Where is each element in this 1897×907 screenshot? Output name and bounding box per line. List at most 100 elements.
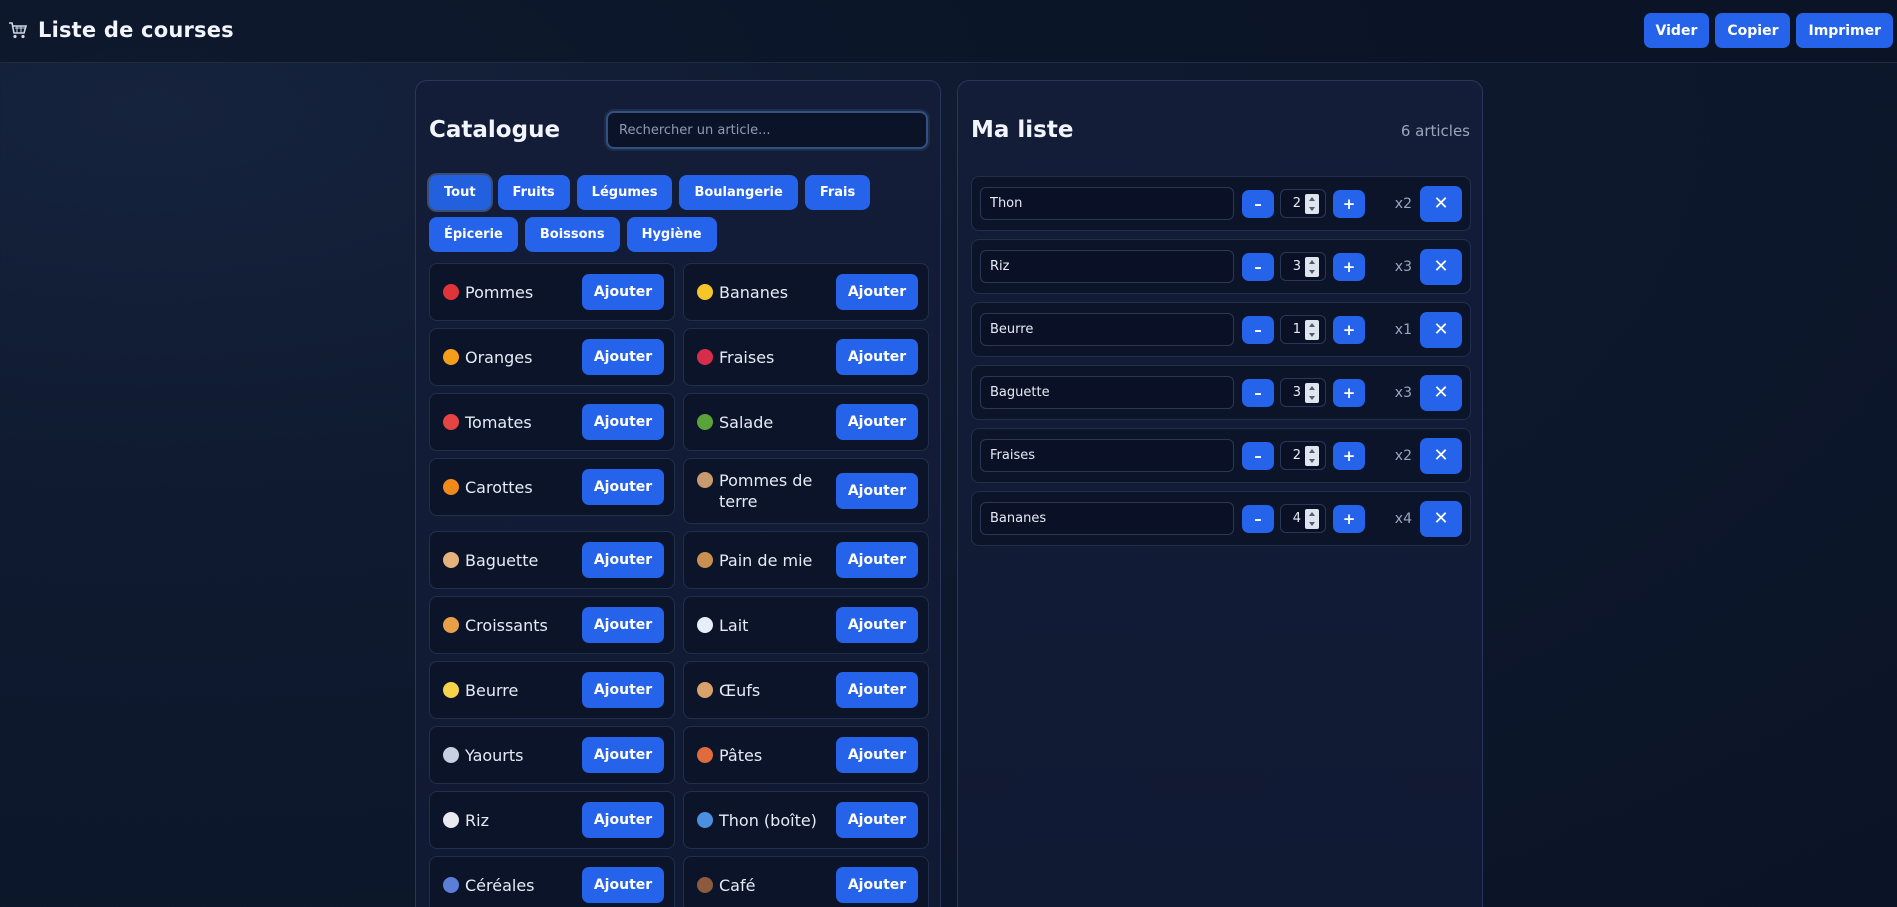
item-name-field[interactable]: [980, 502, 1234, 535]
add-button[interactable]: Ajouter: [582, 274, 664, 310]
catalogue-item-oeufs: Œufs Ajouter: [683, 661, 929, 719]
add-button[interactable]: Ajouter: [836, 672, 918, 708]
add-button[interactable]: Ajouter: [582, 737, 664, 773]
catalogue-item-name: Fraises: [719, 347, 775, 367]
add-button[interactable]: Ajouter: [582, 339, 664, 375]
catalogue-item-lait: Lait Ajouter: [683, 596, 929, 654]
decrease-button[interactable]: –: [1242, 252, 1274, 281]
item-name-field[interactable]: [980, 313, 1234, 346]
catalogue-item-label: Thon (boîte): [697, 810, 817, 831]
filter-chip-tout[interactable]: Tout: [429, 175, 491, 210]
increase-button[interactable]: +: [1333, 504, 1365, 533]
decrease-button[interactable]: –: [1242, 189, 1274, 218]
remove-item-button[interactable]: ✕: [1420, 437, 1462, 474]
quantity-stepper[interactable]: 2: [1280, 441, 1326, 470]
quantity-stepper[interactable]: 2: [1280, 189, 1326, 218]
quantity-stepper[interactable]: 3: [1280, 378, 1326, 407]
add-button[interactable]: Ajouter: [836, 542, 918, 578]
spinner-arrows-icon[interactable]: [1305, 445, 1319, 466]
add-button[interactable]: Ajouter: [836, 339, 918, 375]
catalogue-item-name: Tomates: [465, 412, 532, 432]
catalogue-item-label: Salade: [697, 412, 773, 433]
quantity-multiplier: x2: [1394, 195, 1412, 212]
remove-item-button[interactable]: ✕: [1420, 185, 1462, 222]
pasta-icon: [697, 746, 713, 763]
add-button[interactable]: Ajouter: [836, 802, 918, 838]
increase-button[interactable]: +: [1333, 378, 1365, 407]
decrease-button[interactable]: –: [1242, 441, 1274, 470]
decrease-button[interactable]: –: [1242, 504, 1274, 533]
catalogue-item-yaourts: Yaourts Ajouter: [429, 726, 675, 784]
catalogue-item-name: Pommes de terre: [719, 471, 813, 511]
increase-button[interactable]: +: [1333, 189, 1365, 218]
remove-item-button[interactable]: ✕: [1420, 311, 1462, 348]
add-button[interactable]: Ajouter: [582, 607, 664, 643]
item-name-field[interactable]: [980, 376, 1234, 409]
category-filters: Tout Fruits Légumes Boulangerie Frais Épiceri…: [429, 175, 929, 252]
add-button[interactable]: Ajouter: [836, 404, 918, 440]
catalogue-item-name: Carottes: [465, 477, 533, 497]
remove-item-button[interactable]: ✕: [1420, 500, 1462, 537]
add-button[interactable]: Ajouter: [582, 469, 664, 505]
add-button[interactable]: Ajouter: [582, 542, 664, 578]
add-button[interactable]: Ajouter: [836, 867, 918, 903]
copy-button[interactable]: Copier: [1715, 13, 1791, 48]
add-button[interactable]: Ajouter: [836, 607, 918, 643]
catalogue-item-label: Riz: [443, 810, 489, 831]
spinner-arrows-icon[interactable]: [1305, 508, 1319, 529]
quantity-multiplier: x1: [1394, 321, 1412, 338]
item-name-field[interactable]: [980, 187, 1234, 220]
print-button[interactable]: Imprimer: [1796, 13, 1893, 48]
rice-icon: [443, 811, 459, 828]
filter-chip-hygiene[interactable]: Hygiène: [626, 217, 717, 252]
remove-item-button[interactable]: ✕: [1420, 248, 1462, 285]
add-button[interactable]: Ajouter: [582, 404, 664, 440]
catalogue-item-label: Café: [697, 875, 755, 896]
catalogue-title: Catalogue: [429, 117, 561, 143]
catalogue-item-name: Oranges: [465, 347, 533, 367]
quantity-stepper[interactable]: 4: [1280, 504, 1326, 533]
add-button[interactable]: Ajouter: [836, 473, 918, 509]
filter-chip-fruits[interactable]: Fruits: [497, 175, 570, 210]
quantity-stepper[interactable]: 3: [1280, 252, 1326, 281]
catalogue-item-name: Riz: [465, 810, 489, 830]
catalogue-item-name: Pâtes: [719, 745, 763, 765]
add-button[interactable]: Ajouter: [836, 274, 918, 310]
catalogue-item-beurre: Beurre Ajouter: [429, 661, 675, 719]
catalogue-panel: Catalogue ToutFruitsLégumesBoulangerieFr…: [415, 80, 941, 907]
filter-chip-legumes[interactable]: Légumes: [576, 175, 673, 210]
add-button[interactable]: Ajouter: [582, 802, 664, 838]
spinner-arrows-icon[interactable]: [1305, 382, 1319, 403]
item-name-field[interactable]: [980, 439, 1234, 472]
item-name-field[interactable]: [980, 250, 1234, 283]
spinner-arrows-icon[interactable]: [1305, 193, 1319, 214]
catalogue-item-label: Pommes: [443, 282, 533, 303]
filter-chip-frais[interactable]: Frais: [804, 175, 871, 210]
decrease-button[interactable]: –: [1242, 315, 1274, 344]
list-row-baguette: – 3 + x3 ✕: [971, 365, 1471, 420]
filter-chip-boulangerie[interactable]: Boulangerie: [679, 175, 798, 210]
clear-button[interactable]: Vider: [1643, 13, 1710, 48]
filter-chip-boissons[interactable]: Boissons: [524, 217, 620, 252]
increase-button[interactable]: +: [1333, 315, 1365, 344]
quantity-stepper[interactable]: 1: [1280, 315, 1326, 344]
add-button[interactable]: Ajouter: [836, 737, 918, 773]
remove-item-button[interactable]: ✕: [1420, 374, 1462, 411]
add-button[interactable]: Ajouter: [582, 867, 664, 903]
spinner-arrows-icon[interactable]: [1305, 256, 1319, 277]
filter-chip-epicerie[interactable]: Épicerie: [429, 217, 518, 252]
fish-icon: [697, 811, 713, 828]
search-input[interactable]: [606, 111, 928, 149]
catalogue-item-carottes: Carottes Ajouter: [429, 458, 675, 516]
increase-button[interactable]: +: [1333, 252, 1365, 281]
catalogue-item-name: Café: [719, 875, 756, 895]
catalogue-item-name: Salade: [719, 412, 774, 432]
catalogue-item-croissants: Croissants Ajouter: [429, 596, 675, 654]
spinner-arrows-icon[interactable]: [1305, 319, 1319, 340]
catalogue-grid: Pommes Ajouter Bananes Ajouter Oranges Ajoute…: [429, 263, 929, 907]
decrease-button[interactable]: –: [1242, 378, 1274, 407]
catalogue-item-oranges: Oranges Ajouter: [429, 328, 675, 386]
increase-button[interactable]: +: [1333, 441, 1365, 470]
add-button[interactable]: Ajouter: [582, 672, 664, 708]
item-count: 6 articles: [1400, 122, 1470, 140]
